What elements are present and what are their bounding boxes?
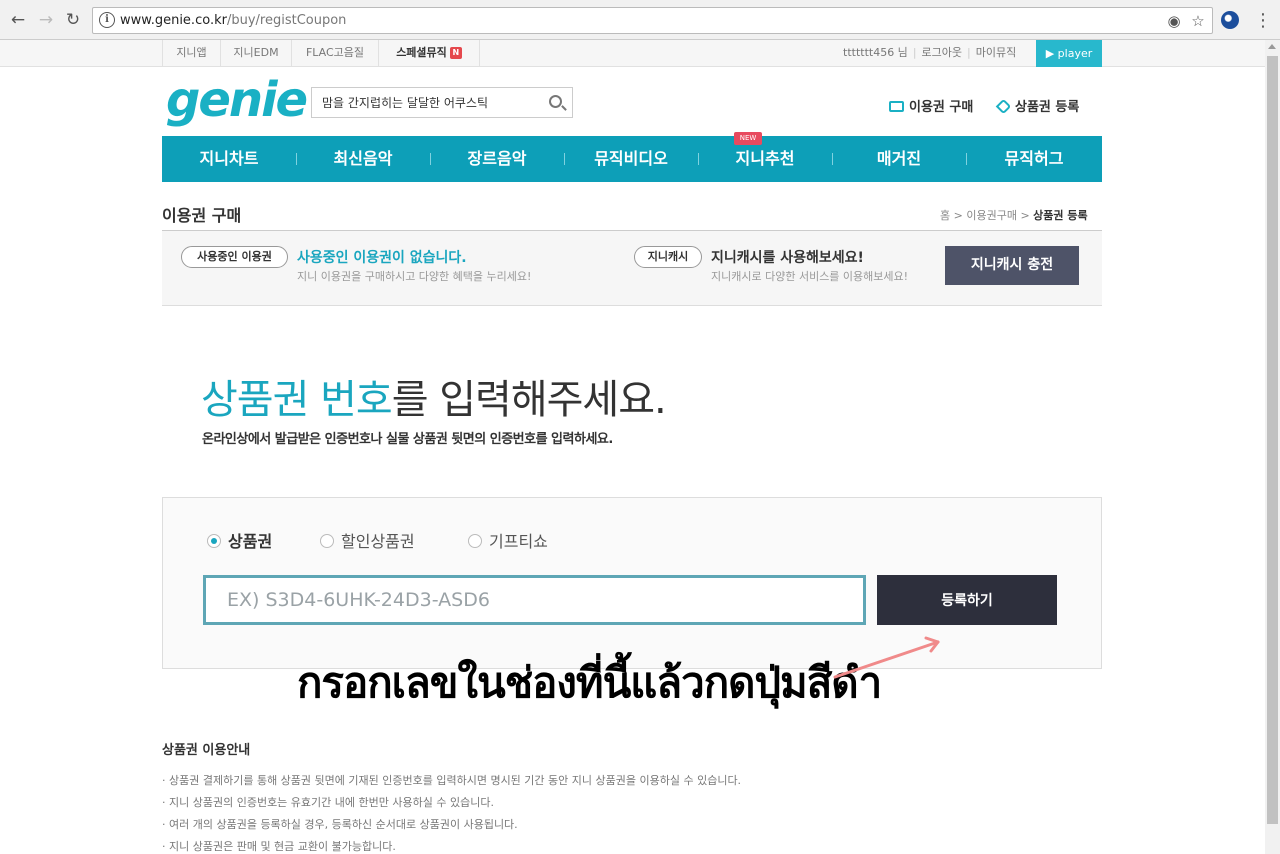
radio-empty-icon	[468, 534, 482, 548]
radio-discount-coupon[interactable]: 할인상품권	[320, 528, 415, 551]
search-box	[311, 87, 573, 118]
radio-selected-icon	[207, 534, 221, 548]
search-icon[interactable]	[549, 95, 562, 108]
ticket-icon	[889, 101, 904, 112]
tag-icon	[995, 98, 1012, 115]
new-n-badge: N	[449, 47, 462, 59]
guide-item: · 상품권 결제하기를 통해 상품권 뒷면에 기재된 인증번호를 입력하시면 명…	[162, 774, 742, 787]
address-url: www.genie.co.kr/buy/registCoupon	[120, 13, 347, 28]
annotation-text: กรอกเลขในช่องที่นี้แล้วกดปุ่มสีดำ	[297, 658, 882, 707]
current-ticket-pill: 사용중인 이용권	[181, 246, 288, 268]
guide-item: · 지니 상품권의 인증번호는 유효기간 내에 한번만 사용하실 수 있습니다.	[162, 796, 494, 809]
geniecash-charge-button[interactable]: 지니캐시 충전	[945, 246, 1079, 285]
geniecash-title: 지니캐시를 사용해보세요!	[711, 250, 864, 266]
coupon-code-input[interactable]	[203, 575, 866, 625]
extension-icon[interactable]	[1221, 11, 1239, 29]
address-bar[interactable]: i www.genie.co.kr/buy/registCoupon ◉ ☆	[92, 7, 1213, 34]
radio-empty-icon	[320, 534, 334, 548]
guide-item: · 지니 상품권은 판매 및 현금 교환이 불가능합니다.	[162, 840, 396, 853]
scroll-thumb[interactable]	[1267, 56, 1278, 824]
search-input[interactable]	[312, 88, 542, 117]
topbar-link-edm[interactable]: 지니EDM	[221, 40, 292, 67]
breadcrumb: 홈 > 이용권구매 > 상품권 등록	[940, 209, 1088, 222]
info-icon[interactable]: i	[99, 12, 115, 28]
geniecash-sub: 지니캐시로 다양한 서비스를 이용해보세요!	[711, 270, 909, 283]
buy-ticket-link[interactable]: 이용권 구매	[889, 96, 973, 115]
topbar-link-special[interactable]: 스페셜뮤직 N	[379, 40, 480, 67]
reload-icon[interactable]: ↻	[63, 10, 83, 30]
geniecash-pill: 지니캐시	[634, 246, 702, 268]
user-menu: ttttttt456 님 | 로그아웃 | 마이뮤직	[843, 46, 1017, 59]
topbar-link-flac[interactable]: FLAC고음질	[292, 40, 379, 67]
nav-item-chart[interactable]: 지니차트	[162, 136, 296, 182]
hero-heading: 상품권 번호를 입력해주세요.	[201, 377, 667, 423]
radio-coupon[interactable]: 상품권	[207, 528, 272, 551]
current-ticket-title: 사용중인 이용권이 없습니다.	[297, 250, 467, 266]
genie-logo[interactable]: genie	[166, 72, 308, 128]
page-title: 이용권 구매	[162, 206, 242, 225]
username: ttttttt456 님	[843, 46, 908, 59]
hero-subtext: 온라인상에서 발급받은 인증번호나 실물 상품권 뒷면의 인증번호를 입력하세요…	[202, 432, 613, 447]
coupon-register-link[interactable]: 상품권 등록	[995, 96, 1079, 115]
annotation-arrow-icon	[833, 636, 940, 679]
nav-item-genre[interactable]: 장르음악	[430, 136, 564, 182]
back-arrow-icon[interactable]: ←	[8, 10, 28, 30]
bookmark-star-icon[interactable]: ☆	[1189, 12, 1207, 30]
nav-item-musichug[interactable]: 뮤직허그	[966, 136, 1102, 182]
browser-toolbar: ← → ↻ i www.genie.co.kr/buy/registCoupon…	[0, 0, 1280, 40]
translate-icon[interactable]: ◉	[1165, 12, 1183, 30]
scroll-up-arrow-icon[interactable]	[1268, 44, 1276, 49]
breadcrumb-buy[interactable]: 이용권구매	[966, 209, 1017, 222]
topbar-link-app[interactable]: 지니앱	[162, 40, 221, 67]
forward-arrow-icon[interactable]: →	[36, 10, 56, 30]
nav-item-musicvideo[interactable]: 뮤직비디오	[564, 136, 698, 182]
page-scrollbar[interactable]	[1265, 40, 1280, 854]
breadcrumb-current: 상품권 등록	[1033, 209, 1088, 222]
main-nav: 지니차트 최신음악 장르음악 뮤직비디오 지니추천 매거진 뮤직허그	[162, 136, 1102, 182]
radio-gifticon[interactable]: 기프티쇼	[468, 528, 548, 551]
register-button[interactable]: 등록하기	[877, 575, 1057, 625]
browser-menu-icon[interactable]: ⋮	[1254, 10, 1272, 31]
breadcrumb-home[interactable]: 홈	[940, 209, 950, 222]
guide-title: 상품권 이용안내	[162, 743, 251, 758]
nav-item-recommend[interactable]: 지니추천	[698, 136, 832, 182]
current-ticket-sub: 지니 이용권을 구매하시고 다양한 혜택을 누리세요!	[297, 270, 532, 283]
player-button[interactable]: ▶ player	[1036, 40, 1102, 67]
logout-link[interactable]: 로그아웃	[922, 46, 962, 59]
nav-item-magazine[interactable]: 매거진	[832, 136, 966, 182]
new-badge: NEW	[734, 132, 762, 145]
guide-item: · 여러 개의 상품권을 등록하실 경우, 등록하신 순서대로 상품권이 사용됩…	[162, 818, 518, 831]
mymusic-link[interactable]: 마이뮤직	[976, 46, 1016, 59]
nav-item-newmusic[interactable]: 최신음악	[296, 136, 430, 182]
